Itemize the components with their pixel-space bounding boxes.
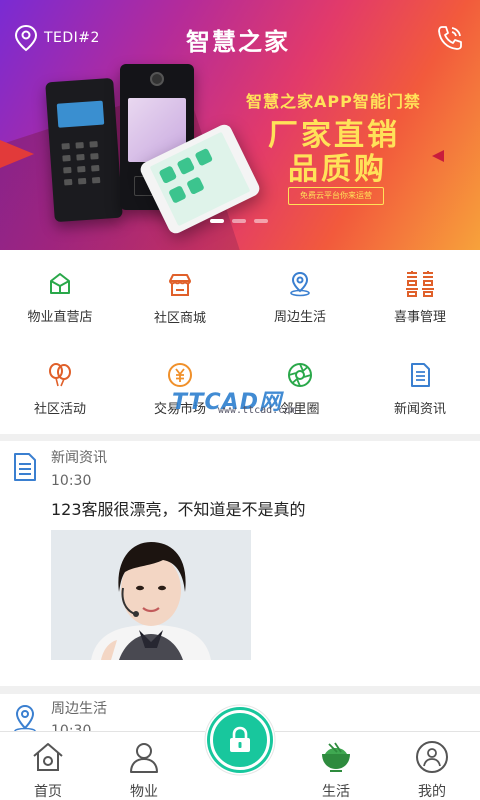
decor-triangle [0,140,34,168]
grid-item-community-activities[interactable]: 社区活动 [0,342,120,434]
watermark-url: www.ttcad.com [218,405,297,416]
document-icon [411,363,430,387]
carousel-dot[interactable] [254,219,268,223]
tab-property[interactable]: 物业 [96,732,192,800]
lock-icon [230,726,250,752]
promo-banner[interactable]: TEDI#2 智慧之家 智慧之家APP智能门禁 厂家直销 品质购 免费云平台你来… [0,0,480,250]
grid-item-property-store[interactable]: 物业直营店 [0,250,120,342]
app-screen: TEDI#2 智慧之家 智慧之家APP智能门禁 厂家直销 品质购 免费云平台你来… [0,0,480,800]
tab-label: 我的 [418,784,446,800]
feed-title[interactable]: 123客服很漂亮，不知道是不是真的 [51,496,306,520]
carousel-indicator [210,219,268,223]
grid-item-nearby-life[interactable]: 周边生活 [240,250,360,342]
grid-item-happy-events[interactable]: 喜事管理 [360,250,480,342]
tab-label: 首页 [34,784,62,800]
carousel-dot[interactable] [232,219,246,223]
community-name[interactable]: TEDI#2 [44,30,100,46]
person-icon [130,743,158,773]
document-icon [14,453,36,481]
grid-label: 社区活动 [33,402,86,417]
grid-item-news[interactable]: 新闻资讯 [360,342,480,434]
map-pin-icon [14,704,36,734]
home-icon [33,743,63,771]
tab-label: 物业 [130,784,158,800]
grid-label: 物业直营店 [27,310,93,325]
banner-header: TEDI#2 智慧之家 [0,0,480,70]
feed-category: 新闻资讯 [51,450,107,466]
balloons-icon [49,363,71,387]
brand-logo-text: 智慧之家 [186,28,290,56]
promo-subtitle: 智慧之家APP智能门禁 [246,92,421,111]
phone-icon[interactable] [436,24,464,52]
bowl-icon [322,742,350,772]
customer-service-photo [51,530,251,660]
carousel-dot[interactable] [210,219,224,223]
grid-item-community-mall[interactable]: 社区商城 [120,250,240,342]
aperture-icon [288,363,312,387]
tab-life[interactable]: 生活 [288,732,384,800]
grid-label: 周边生活 [273,310,326,325]
store-house-icon [50,273,70,294]
decor-triangle [432,150,444,162]
shop-icon [169,274,191,296]
double-happiness-icon [406,271,434,297]
unlock-button[interactable] [204,704,276,776]
tab-home[interactable]: 首页 [0,732,96,800]
promo-tag: 免费云平台你来运营 [288,187,384,205]
profile-icon [416,741,448,773]
feed-image[interactable] [51,530,251,660]
promo-headline-2: 品质购 [288,152,387,187]
grid-label: 喜事管理 [393,310,446,325]
grid-label: 社区商城 [153,311,206,326]
door-panel-image [45,77,123,223]
map-pin-icon [290,271,310,297]
feed-category: 周边生活 [51,701,107,717]
tab-mine[interactable]: 我的 [384,732,480,800]
unlock-button-inner [210,710,270,770]
feed-time: 10:30 [51,473,92,489]
grid-label: 新闻资讯 [393,402,446,417]
tab-label: 生活 [322,784,350,800]
location-pin-icon[interactable] [14,24,38,52]
